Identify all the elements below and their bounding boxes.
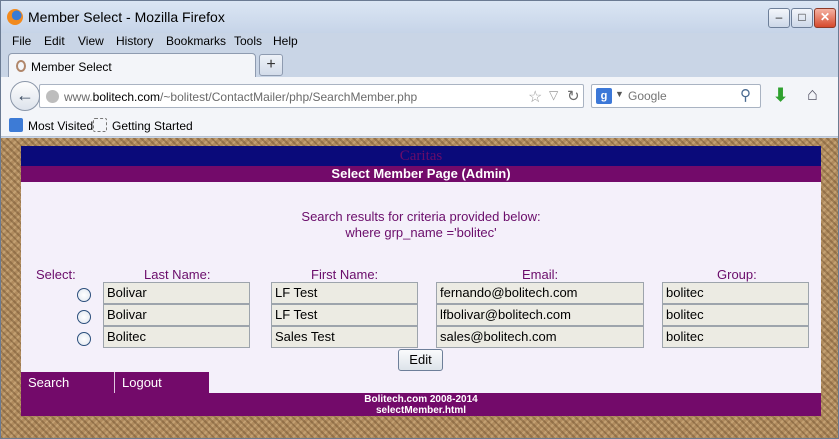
group-field[interactable]: bolitec [662, 326, 809, 348]
most-visited-icon [9, 118, 23, 132]
email-field[interactable]: fernando@bolitech.com [436, 282, 644, 304]
last-name-field[interactable]: Bolivar [103, 282, 250, 304]
menu-file[interactable]: File [12, 34, 31, 48]
url-text[interactable]: www.bolitech.com/~bolitest/ContactMailer… [64, 90, 417, 104]
nav-divider [114, 372, 115, 393]
first-name-field[interactable]: Sales Test [271, 326, 418, 348]
new-tab-button[interactable]: + [259, 54, 283, 76]
group-field[interactable]: bolitec [662, 282, 809, 304]
tab-label: Member Select [31, 60, 112, 74]
menu-bookmarks[interactable]: Bookmarks [166, 34, 226, 48]
group-field[interactable]: bolitec [662, 304, 809, 326]
page-favicon-icon [16, 60, 26, 72]
footer-copyright: Bolitech.com 2008-2014 [364, 394, 478, 405]
header-first-name: First Name: [311, 267, 379, 282]
search-engine-dropdown-icon[interactable]: ▼ [615, 89, 624, 99]
bookmark-most-visited[interactable]: Most Visited [28, 119, 93, 133]
search-bar[interactable]: g ▼ ⚲ [591, 84, 761, 108]
download-icon[interactable]: ⬇ [773, 85, 788, 106]
header-select: Select: [36, 267, 76, 282]
firefox-logo-icon [7, 9, 23, 25]
first-name-field[interactable]: LF Test [271, 282, 418, 304]
url-prefix: www. [64, 90, 93, 104]
criteria-where: where grp_name ='bolitec' [345, 225, 497, 240]
google-icon[interactable]: g [596, 88, 612, 104]
maximize-button[interactable]: □ [791, 8, 813, 28]
bookmark-getting-started[interactable]: Getting Started [112, 119, 193, 133]
window-title: Member Select - Mozilla Firefox [28, 9, 225, 25]
select-radio[interactable] [77, 332, 91, 346]
back-arrow-icon: ← [16, 85, 34, 105]
select-radio[interactable] [77, 310, 91, 324]
menu-view[interactable]: View [78, 34, 104, 48]
header-group: Group: [717, 267, 757, 282]
edit-button[interactable]: Edit [398, 349, 443, 371]
tab-strip: Member Select + [1, 51, 838, 79]
menu-edit[interactable]: Edit [44, 34, 65, 48]
site-banner: Caritas [21, 146, 821, 166]
email-field[interactable]: lfbolivar@bolitech.com [436, 304, 644, 326]
header-last-name: Last Name: [144, 267, 211, 282]
url-dropdown-icon[interactable]: ▽ [549, 88, 558, 102]
page-body: Caritas Select Member Page (Admin) Searc… [21, 146, 821, 416]
getting-started-icon [93, 118, 107, 132]
search-icon[interactable]: ⚲ [740, 86, 751, 104]
menu-tools[interactable]: Tools [234, 34, 262, 48]
last-name-field[interactable]: Bolitec [103, 326, 250, 348]
page-footer: Bolitech.com 2008-2014 selectMember.html [21, 393, 821, 416]
last-name-field[interactable]: Bolivar [103, 304, 250, 326]
footer-filename: selectMember.html [375, 405, 467, 416]
url-path: /~bolitest/ContactMailer/php/SearchMembe… [160, 90, 418, 104]
title-bar: Member Select - Mozilla Firefox – □ ✕ [1, 1, 838, 33]
navigation-bar: www.bolitech.com/~bolitest/ContactMailer… [1, 77, 838, 115]
menu-bar: File Edit View History Bookmarks Tools H… [1, 33, 838, 51]
close-button[interactable]: ✕ [814, 8, 836, 28]
url-domain: bolitech.com [92, 90, 161, 104]
nav-search-link[interactable]: Search [28, 375, 69, 390]
select-radio[interactable] [77, 288, 91, 302]
page-viewport: Caritas Select Member Page (Admin) Searc… [1, 138, 838, 438]
minimize-button[interactable]: – [768, 8, 790, 28]
menu-history[interactable]: History [116, 34, 153, 48]
tab-member-select[interactable]: Member Select [8, 53, 256, 79]
header-email: Email: [522, 267, 559, 282]
nav-logout-link[interactable]: Logout [122, 375, 162, 390]
search-input[interactable] [628, 88, 728, 104]
globe-icon [46, 90, 59, 103]
url-bar[interactable]: www.bolitech.com/~bolitest/ContactMailer… [39, 84, 584, 108]
home-icon[interactable]: ⌂ [807, 84, 818, 105]
criteria-text: Search results for criteria provided bel… [301, 209, 541, 224]
bookmark-star-icon[interactable]: ☆ [528, 87, 542, 107]
email-field[interactable]: sales@bolitech.com [436, 326, 644, 348]
page-nav: Search Logout [21, 372, 209, 393]
reload-icon[interactable]: ↻ [567, 87, 580, 105]
bookmarks-toolbar: Most Visited Getting Started [1, 115, 838, 137]
browser-window: Member Select - Mozilla Firefox – □ ✕ Fi… [0, 0, 839, 439]
menu-help[interactable]: Help [273, 34, 298, 48]
back-button[interactable]: ← [10, 81, 40, 111]
page-title: Select Member Page (Admin) [21, 166, 821, 182]
first-name-field[interactable]: LF Test [271, 304, 418, 326]
